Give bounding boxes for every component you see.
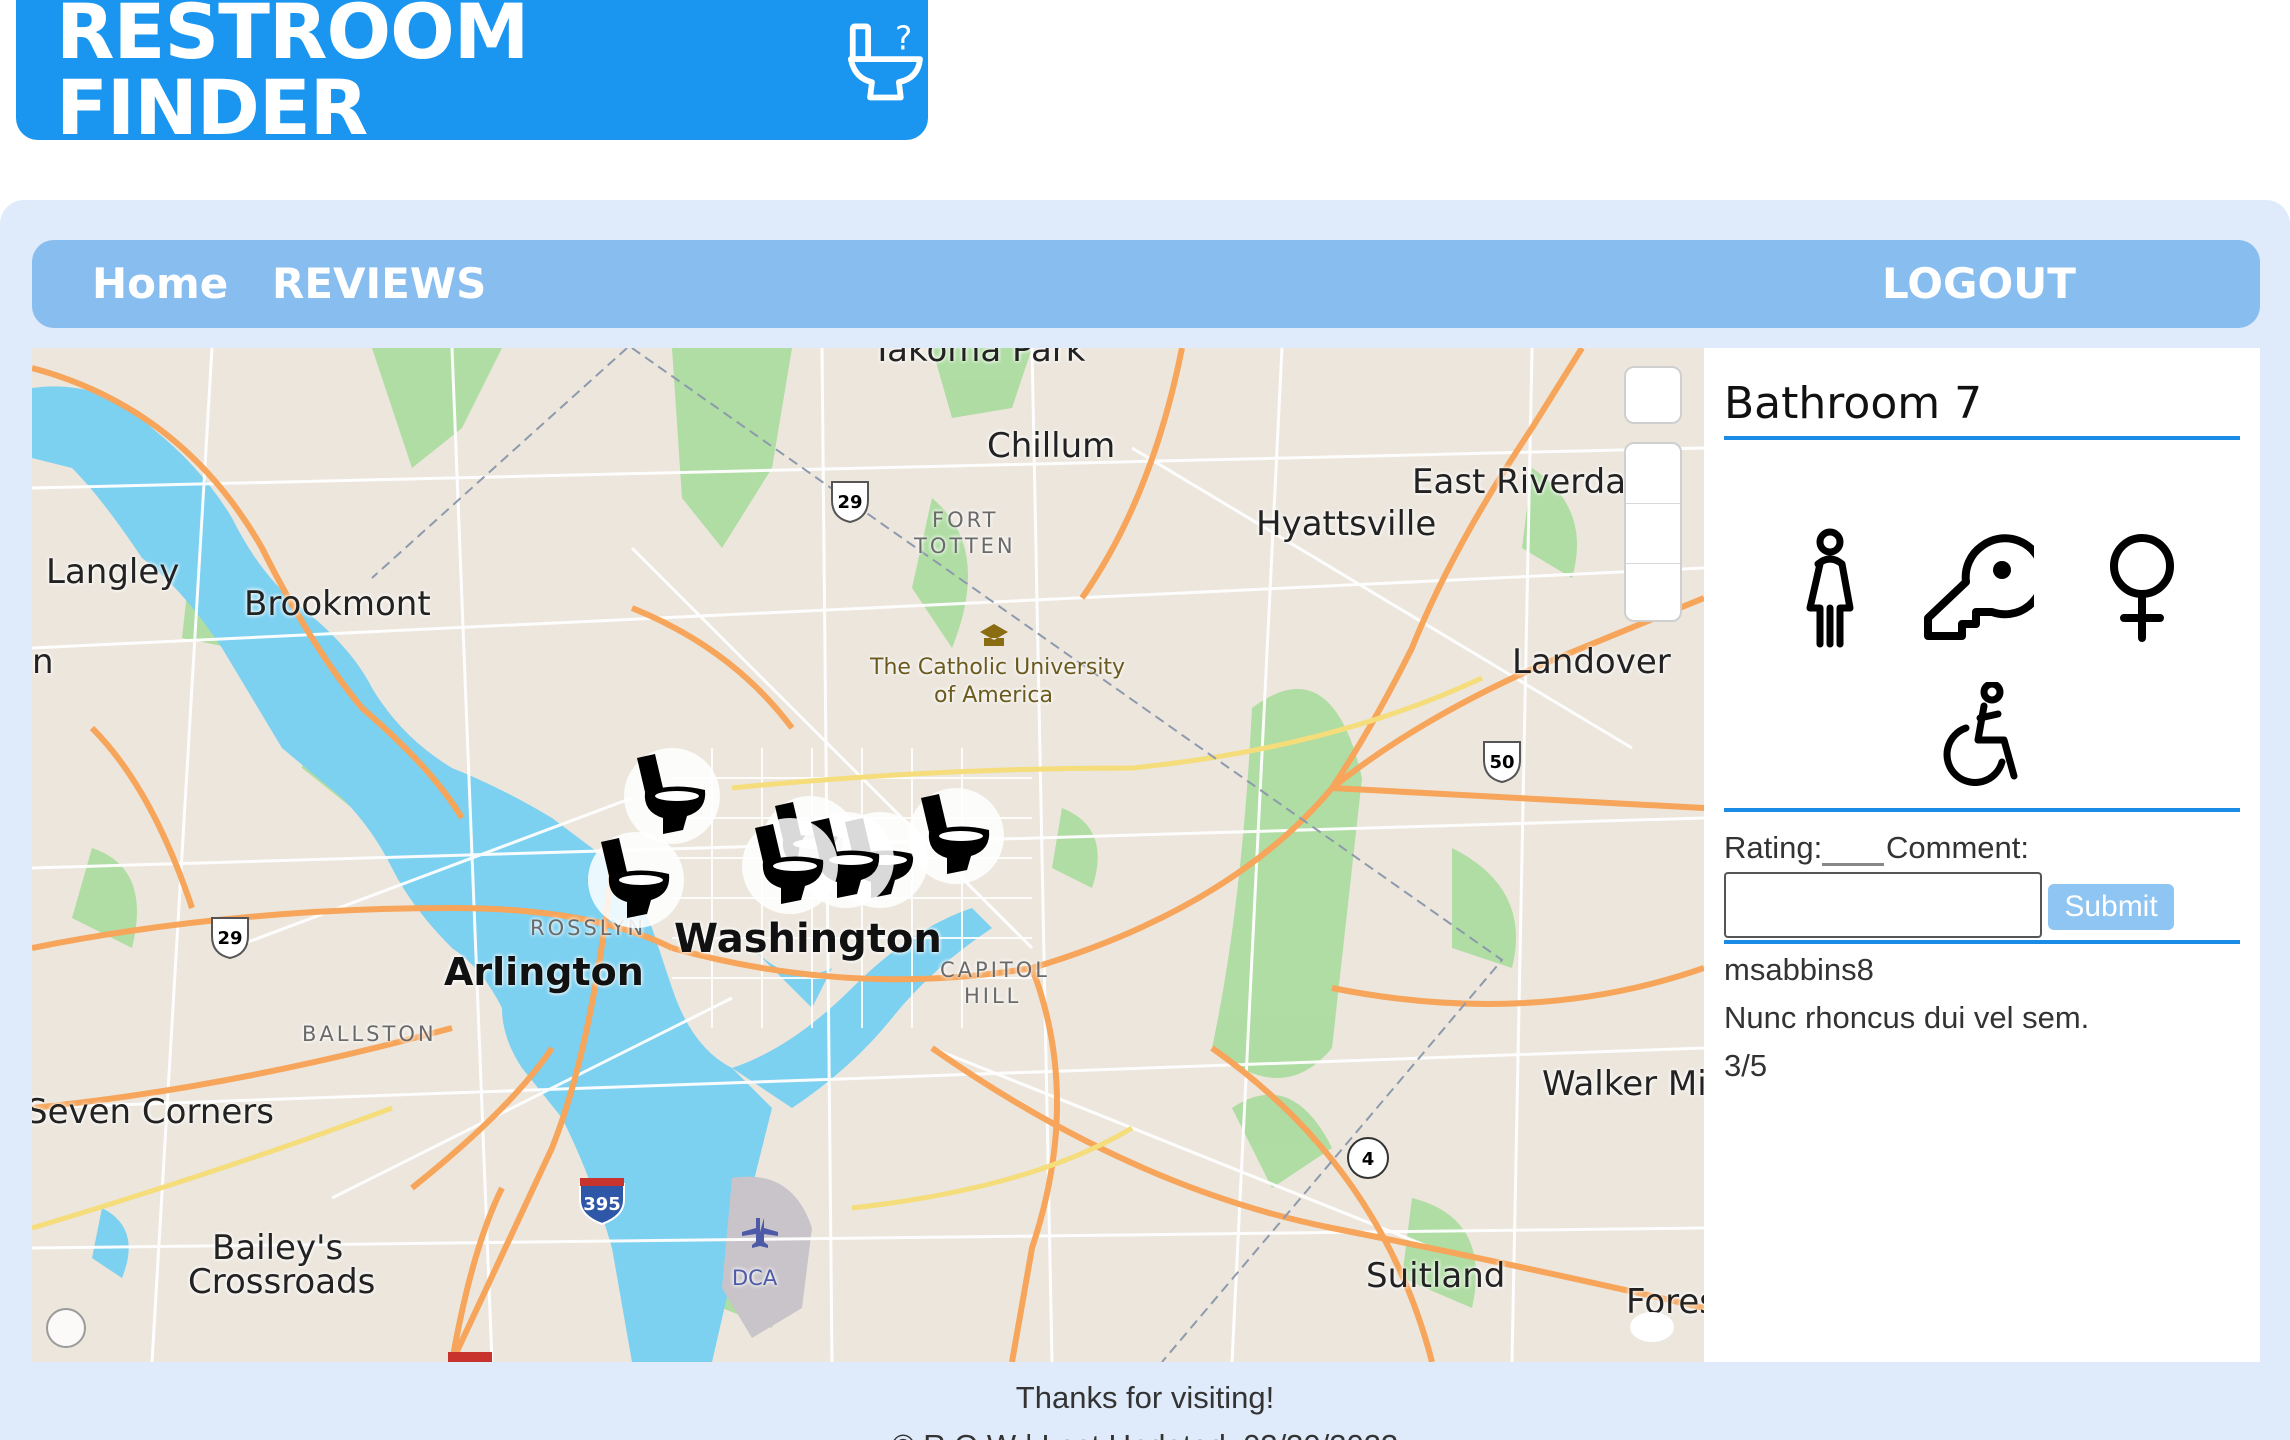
toilet-question-icon: ? [848,19,924,101]
map-label-totten: TOTTEN [914,534,1016,558]
zoom-out-button[interactable] [1626,504,1680,564]
map-overlay-dot [1630,1312,1674,1342]
map-label-seven-corners: Seven Corners [32,1092,274,1132]
map-label-capitol-1: CAPITOL [940,958,1050,982]
map-view[interactable]: 29 29 50 395 4 Takoma Park Chillum East … [32,348,1704,1362]
bathroom-detail-panel: Bathroom 7 Rating: Comment: Submit msabb… [1704,348,2260,1362]
toilet-icon [601,838,670,918]
map-attribution-icon[interactable] [46,1308,86,1348]
review-text: Nunc rhoncus dui vel sem. [1724,1000,2090,1035]
map-label-east-riverdale: East Riverdale [1412,462,1657,502]
map-label-hyattsville: Hyattsville [1256,504,1437,544]
map-label-ballston: BALLSTON [302,1022,437,1046]
map-label-baileys-2: Crossroads [188,1262,376,1302]
navbar: Home REVIEWS LOGOUT [32,240,2260,328]
us50-shield: 50 [1489,752,1514,773]
map-label-catholic-1: The Catholic University [870,655,1126,680]
restroom-marker[interactable] [624,748,720,844]
map-label-arlington: Arlington [444,950,644,994]
restroom-marker[interactable] [742,818,838,914]
nav-reviews-link[interactable]: REVIEWS [272,240,486,328]
compass-button[interactable] [1626,564,1680,624]
rating-label: Rating: [1724,830,1823,865]
review-score: 3/5 [1724,1048,1768,1083]
gender-neutral-icon [1794,528,1866,648]
brand-header: RESTROOM FINDER ? [16,0,928,146]
map-label-dca: DCA [732,1266,778,1290]
map-label-capitol-2: HILL [964,984,1022,1008]
nav-home-link[interactable]: Home [92,240,228,328]
app-title: RESTROOM FINDER [56,0,529,152]
map-label-takoma: Takoma Park [872,348,1086,370]
map-label-washington: Washington [674,916,942,962]
comment-textarea[interactable] [1724,872,2042,938]
map-zoom-controls [1624,442,1682,622]
map-label-fort: FORT [932,508,999,532]
review-username: msabbins8 [1724,952,1874,987]
features-divider [1724,808,2240,812]
toilet-icon [637,754,706,834]
md4-shield: 4 [1362,1149,1375,1170]
toilet-icon [755,824,824,904]
zoom-in-button[interactable] [1626,444,1680,504]
map-label-landover: Landover [1512,642,1671,682]
nav-logout-link[interactable]: LOGOUT [1882,240,2076,328]
submit-button[interactable]: Submit [2048,884,2174,930]
female-icon [2104,532,2180,642]
restroom-marker[interactable] [588,832,684,928]
map-label-chillum: Chillum [987,426,1116,466]
toilet-icon [921,794,990,874]
wheelchair-icon [1940,680,2024,786]
svg-text:?: ? [895,19,912,57]
map-label-brookmont: Brookmont [244,584,431,624]
rating-input[interactable] [1822,863,1884,866]
us29-shield-top: 29 [837,492,862,513]
comment-label: Comment: [1886,830,2029,865]
title-divider [1724,436,2240,440]
footer-thanks: Thanks for visiting! [1015,1380,1275,1415]
key-icon [1922,532,2047,644]
map-label-n: n [32,642,54,682]
map-label-walker-mill: Walker Mill [1542,1064,1704,1104]
i395-shield: 395 [583,1194,621,1215]
footer-copyright: © R O W | Last Updated: 03/30/2023 [0,1428,2290,1440]
us29-shield-left: 29 [217,928,242,949]
map-label-langley: Langley [46,552,180,592]
restroom-marker[interactable] [908,788,1004,884]
map-label-catholic-2: of America [934,683,1053,708]
bathroom-title: Bathroom 7 [1724,378,1983,429]
map-label-suitland: Suitland [1366,1256,1506,1296]
map-control-button[interactable] [1624,366,1682,424]
form-divider [1724,940,2240,944]
